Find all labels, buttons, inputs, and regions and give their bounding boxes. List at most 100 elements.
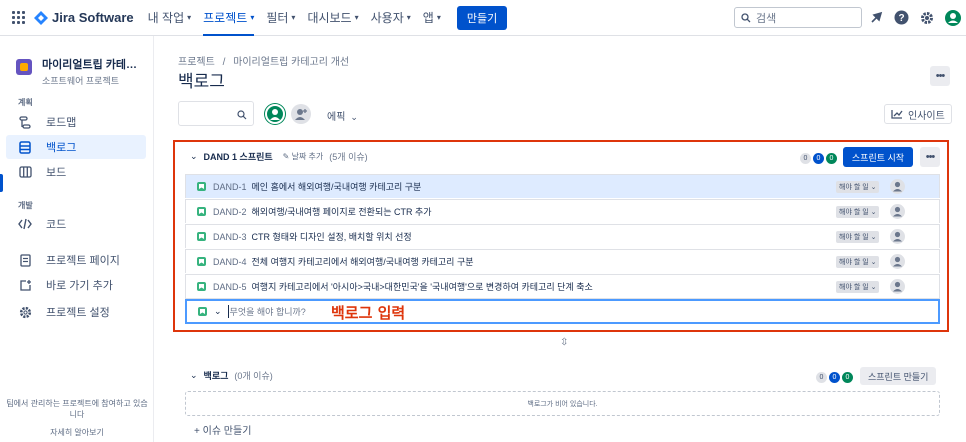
issue-key[interactable]: DAND-2 — [213, 207, 247, 217]
code-icon — [18, 217, 32, 231]
sprint-header[interactable]: ⌄ DAND 1 스프린트 ✎ 날짜 추가 (5개 이슈) — [190, 150, 368, 163]
avatar[interactable] — [265, 104, 285, 124]
assignee-icon[interactable] — [890, 204, 905, 219]
issue-key[interactable]: DAND-4 — [213, 257, 247, 267]
create-sprint-button[interactable]: 스프린트 만들기 — [860, 367, 937, 385]
issue-row[interactable]: DAND-5 여행지 카테고리에서 '아시아>국내>대한민국'을 '국내여행'으… — [185, 274, 940, 299]
status-dropdown[interactable]: 해야 할 일 ⌄ — [836, 230, 880, 243]
issue-summary[interactable]: 해외여행/국내여행 페이지로 전환되는 CTR 추가 — [252, 205, 432, 218]
chevron-down-icon: ⌄ — [190, 151, 198, 161]
sprint-more-button[interactable]: ••• — [920, 147, 940, 167]
done-count: 0 — [826, 153, 837, 164]
sidebar-item-board[interactable]: 보드 — [6, 160, 146, 184]
chevron-down-icon: ▾ — [406, 13, 411, 22]
assignee-icon[interactable] — [890, 229, 905, 244]
backlog-search-input[interactable] — [178, 101, 254, 126]
sidebar-item-add-shortcut[interactable]: 바로 가기 추가 — [6, 273, 146, 297]
issue-key[interactable]: DAND-3 — [213, 232, 247, 242]
sidebar-item-project-settings[interactable]: 프로젝트 설정 — [6, 300, 146, 324]
sidebar-item-label: 로드맵 — [46, 117, 77, 129]
sprint-issue-count: (5개 이슈) — [329, 152, 368, 162]
sidebar-item-backlog[interactable]: 백로그 — [6, 135, 146, 159]
profile-icon[interactable] — [944, 9, 961, 26]
nav-people[interactable]: 사용자 ▾ — [371, 0, 411, 36]
story-icon — [197, 232, 206, 241]
assignee-icon[interactable] — [890, 254, 905, 269]
status-dropdown[interactable]: 해야 할 일 ⌄ — [836, 280, 880, 293]
chevron-down-icon[interactable]: ⌄ — [214, 306, 222, 317]
nav-dashboards[interactable]: 대시보드 ▾ — [307, 0, 358, 36]
issue-row[interactable]: DAND-1 메인 홈에서 해외여행/국내여행 카테고리 구분 해야 할 일 ⌄ — [185, 174, 940, 198]
sidebar-item-project-pages[interactable]: 프로젝트 페이지 — [6, 248, 146, 272]
backlog-icon — [18, 140, 32, 154]
section-planning-label: 계획 — [18, 98, 33, 107]
chevron-down-icon: ▾ — [187, 13, 192, 22]
create-issue-button[interactable]: + 이슈 만들기 — [194, 422, 251, 437]
sidebar-item-label: 바로 가기 추가 — [46, 280, 113, 292]
issue-row[interactable]: DAND-4 전체 여행지 카테고리에서 해외여행/국내여행 카테고리 구분 해… — [185, 249, 940, 273]
todo-count: 0 — [816, 372, 827, 383]
page-more-button[interactable]: ••• — [930, 66, 950, 86]
assignee-icon[interactable] — [890, 179, 905, 194]
status-dropdown[interactable]: 해야 할 일 ⌄ — [836, 205, 880, 218]
status-dropdown[interactable]: 해야 할 일 ⌄ — [836, 180, 880, 193]
breadcrumb-project[interactable]: 마이리얼트립 카테고리 개선 — [233, 57, 349, 68]
nav-filters[interactable]: 필터 ▾ — [266, 0, 295, 36]
issue-row[interactable]: DAND-3 CTR 형태와 디자인 설정, 배치할 위치 선정 해야 할 일 … — [185, 224, 940, 248]
chevron-down-icon: ▾ — [436, 13, 441, 22]
backlog-name: 백로그 — [203, 371, 229, 381]
sidebar-item-label: 프로젝트 설정 — [46, 307, 110, 319]
page-icon — [18, 253, 32, 267]
create-button[interactable]: 만들기 — [456, 5, 508, 30]
sidebar-item-roadmap[interactable]: 로드맵 — [6, 110, 146, 134]
in-progress-count: 0 — [829, 372, 840, 383]
notification-icon[interactable] — [868, 9, 885, 26]
assignee-icon[interactable] — [890, 279, 905, 294]
nav-projects[interactable]: 프로젝트 ▾ — [203, 0, 255, 36]
story-icon — [197, 257, 206, 266]
issue-key[interactable]: DAND-5 — [213, 282, 247, 292]
issue-summary[interactable]: 메인 홈에서 해외여행/국내여행 카테고리 구분 — [252, 180, 422, 193]
breadcrumb: 프로젝트 / 마이리얼트립 카테고리 개선 — [178, 53, 349, 68]
start-sprint-button[interactable]: 스프린트 시작 — [843, 147, 913, 167]
issue-summary[interactable]: CTR 형태와 디자인 설정, 배치할 위치 선정 — [252, 230, 412, 243]
app-logo-text[interactable]: Jira Software — [52, 10, 134, 25]
issue-summary[interactable]: 전체 여행지 카테고리에서 해외여행/국내여행 카테고리 구분 — [252, 255, 474, 268]
settings-icon[interactable] — [918, 9, 935, 26]
project-name: 마이리얼트립 카테고리... — [42, 59, 142, 71]
sidebar-item-label: 보드 — [46, 167, 67, 179]
epic-filter[interactable]: 에픽 ⌄ — [327, 108, 358, 123]
chart-icon — [891, 110, 903, 119]
sidebar: 마이리얼트립 카테고리... 소프트웨어 프로젝트 계획 로드맵 백로그 보드 … — [0, 36, 154, 442]
nav-my-work[interactable]: 내 작업 ▾ — [148, 0, 191, 36]
search-icon — [237, 107, 247, 125]
learn-more-link[interactable]: 자세히 알아보기 — [0, 427, 154, 438]
sidebar-item-label: 프로젝트 페이지 — [46, 255, 120, 267]
sprint-name: DAND 1 스프린트 — [203, 152, 273, 162]
nav-apps[interactable]: 앱 ▾ — [423, 0, 441, 36]
global-search-input[interactable]: 검색 — [734, 7, 862, 28]
project-avatar — [16, 59, 32, 75]
new-issue-input[interactable]: ⌄ 무엇을 해야 합니까? — [185, 299, 940, 324]
insight-button[interactable]: 인사이트 — [884, 104, 952, 124]
backlog-issue-count: (0개 이슈) — [234, 371, 273, 381]
issue-key[interactable]: DAND-1 — [213, 182, 247, 192]
issue-summary[interactable]: 여행지 카테고리에서 '아시아>국내>대한민국'을 '국내여행'으로 변경하여 … — [252, 280, 593, 293]
sidebar-item-label: 코드 — [46, 219, 67, 231]
issue-row[interactable]: DAND-2 해외여행/국내여행 페이지로 전환되는 CTR 추가 해야 할 일… — [185, 199, 940, 223]
project-header[interactable]: 마이리얼트립 카테고리... 소프트웨어 프로젝트 — [16, 56, 142, 87]
sprint-status-counts: 0 0 0 — [798, 153, 837, 164]
app-switcher-icon[interactable] — [12, 10, 26, 25]
story-icon[interactable] — [198, 307, 207, 316]
status-dropdown[interactable]: 해야 할 일 ⌄ — [836, 255, 880, 268]
backlog-header[interactable]: ⌄ 백로그 (0개 이슈) — [190, 369, 273, 382]
drag-handle-icon[interactable]: ⇳ — [560, 337, 568, 348]
add-people-avatar[interactable] — [291, 104, 311, 124]
date-add-link[interactable]: ✎ 날짜 추가 — [283, 151, 324, 162]
sidebar-item-code[interactable]: 코드 — [6, 212, 146, 236]
team-managed-note: 팀에서 관리하는 프로젝트에 참여하고 있습니다 — [6, 399, 148, 419]
chevron-down-icon: ▾ — [250, 13, 255, 22]
add-shortcut-icon — [18, 278, 32, 292]
help-icon[interactable]: ? — [893, 9, 910, 26]
todo-count: 0 — [800, 153, 811, 164]
